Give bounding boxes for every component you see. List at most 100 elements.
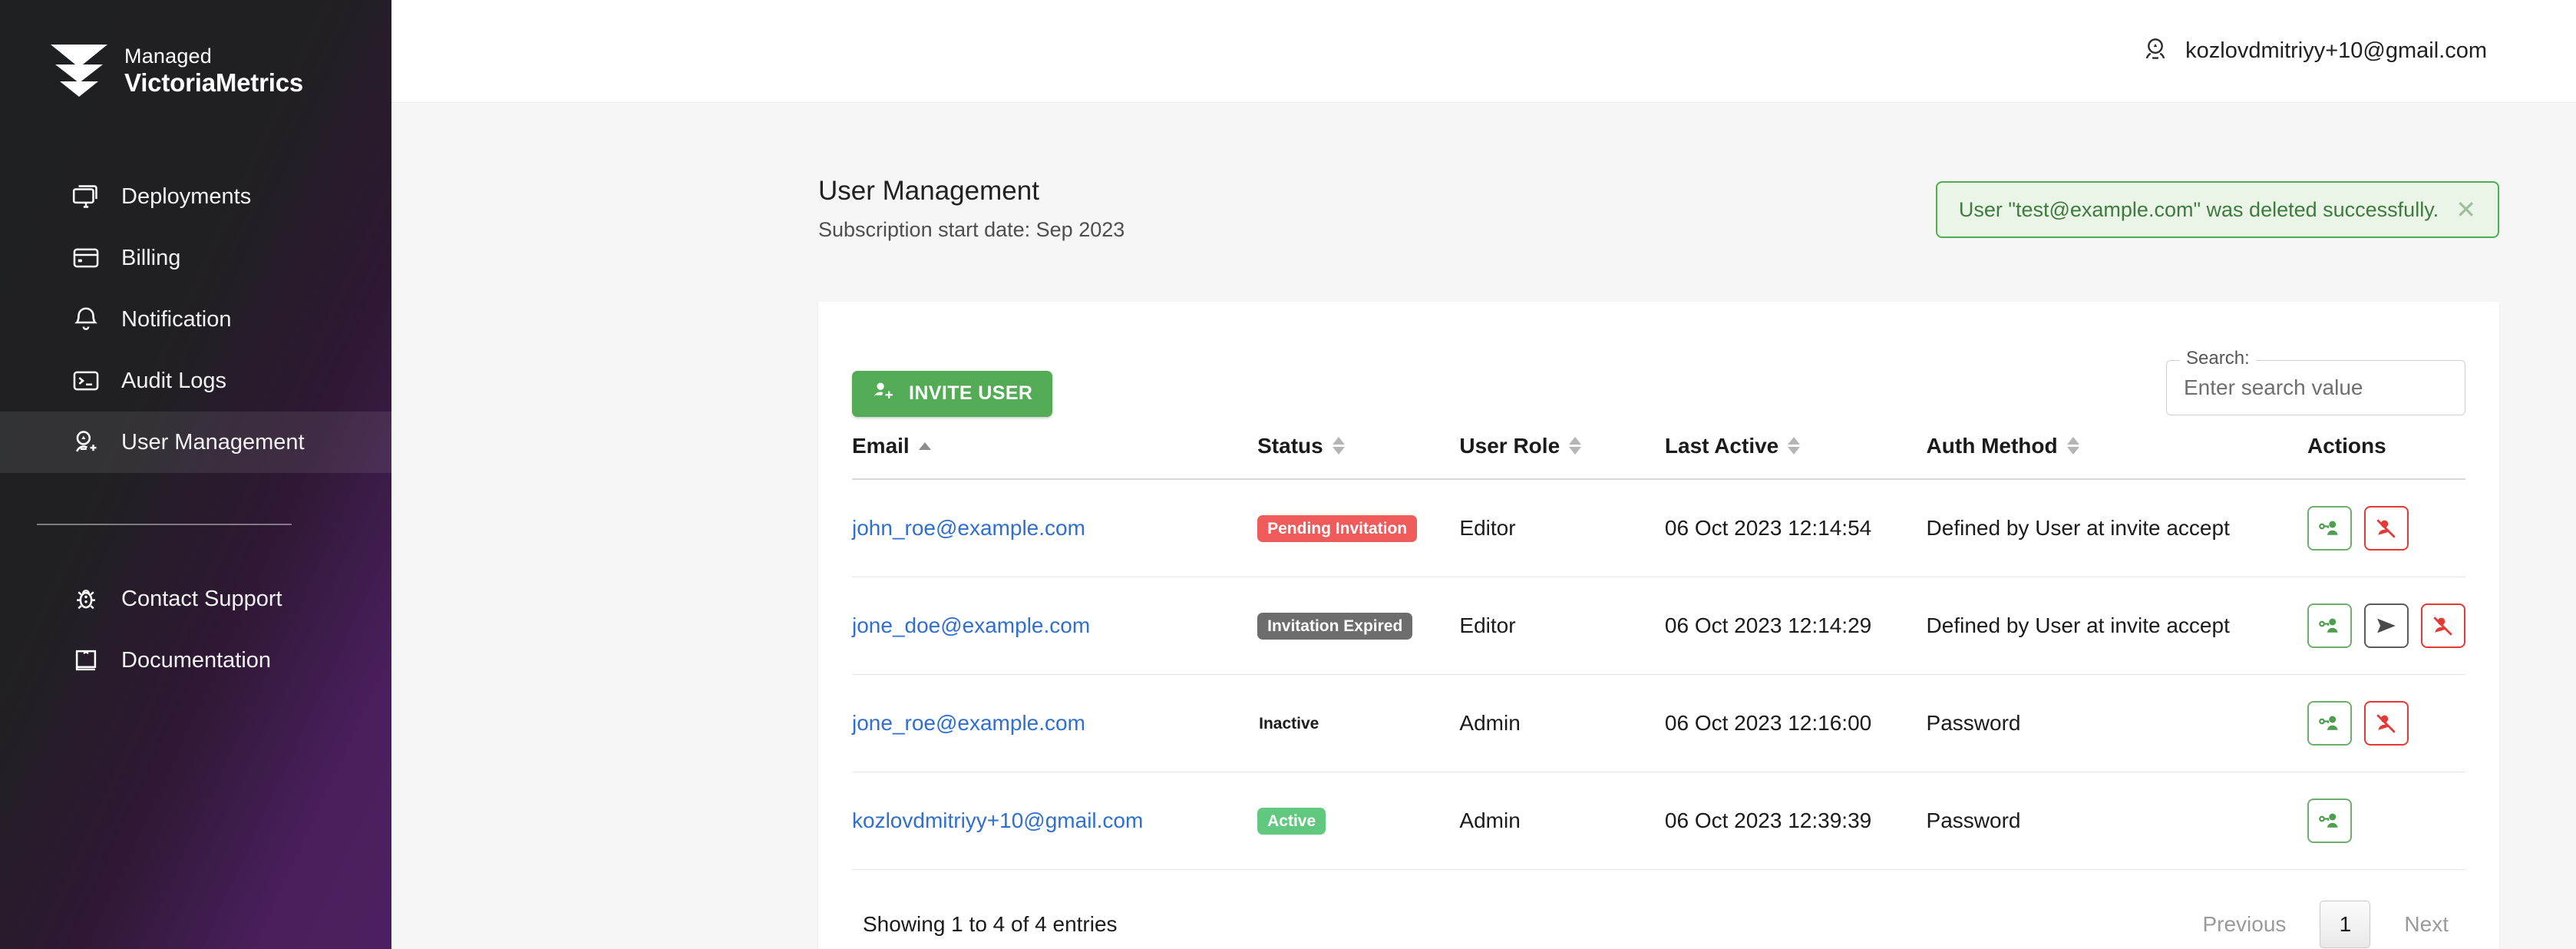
success-alert: User "test@example.com" was deleted succ… bbox=[1935, 181, 2499, 238]
column-label: Auth Method bbox=[1926, 433, 2058, 458]
cell-status: Invitation Expired bbox=[1257, 577, 1460, 675]
search-label: Search: bbox=[2180, 347, 2256, 369]
pagination-page-1-button[interactable]: 1 bbox=[2320, 900, 2371, 948]
sidebar-nav: Deployments Billing Notification Audit L… bbox=[0, 166, 391, 473]
cell-auth-method: Defined by User at invite accept bbox=[1926, 577, 2307, 675]
account-menu[interactable]: kozlovdmitriyy+10@gmail.com bbox=[2141, 35, 2487, 68]
sort-both-icon bbox=[1332, 437, 1345, 455]
cell-auth-method: Password bbox=[1926, 674, 2307, 772]
main-area: kozlovdmitriyy+10@gmail.com User Managem… bbox=[391, 0, 2576, 949]
table-head: Email Status User Role Last Active Auth … bbox=[852, 433, 2465, 480]
user-plus-icon bbox=[71, 427, 101, 458]
cell-email: john_roe@example.com bbox=[852, 478, 1258, 577]
sidebar-item-label: Billing bbox=[121, 245, 181, 270]
edit-user-role-button[interactable] bbox=[2307, 603, 2352, 648]
book-icon bbox=[71, 645, 101, 676]
brand-bottom-label: VictoriaMetrics bbox=[124, 68, 303, 97]
table-toolbar: INVITE USER Search: bbox=[852, 302, 2465, 417]
sidebar-item-user-management[interactable]: User Management bbox=[0, 412, 391, 473]
column-label: Status bbox=[1257, 433, 1323, 458]
edit-user-role-button[interactable] bbox=[2307, 505, 2352, 551]
sidebar-item-deployments[interactable]: Deployments bbox=[0, 166, 391, 227]
sidebar-item-label: Contact Support bbox=[121, 586, 282, 611]
entries-summary: Showing 1 to 4 of 4 entries bbox=[863, 911, 1118, 936]
cell-user-role: Admin bbox=[1459, 674, 1665, 772]
cell-last-active: 06 Oct 2023 12:14:54 bbox=[1664, 478, 1927, 577]
topbar: kozlovdmitriyy+10@gmail.com bbox=[391, 0, 2576, 103]
sidebar-item-audit-logs[interactable]: Audit Logs bbox=[0, 350, 391, 412]
sidebar-item-label: Audit Logs bbox=[121, 368, 227, 393]
cell-auth-method: Defined by User at invite accept bbox=[1926, 478, 2307, 577]
column-label: User Role bbox=[1459, 433, 1560, 458]
cell-auth-method: Password bbox=[1926, 772, 2307, 870]
brand-logo-block[interactable]: Managed VictoriaMetrics bbox=[0, 20, 391, 112]
pagination: Previous 1 Next bbox=[2185, 900, 2465, 948]
cell-last-active: 06 Oct 2023 12:39:39 bbox=[1664, 772, 1927, 870]
sidebar-item-documentation[interactable]: Documentation bbox=[0, 630, 391, 691]
sidebar-item-label: Notification bbox=[121, 306, 232, 332]
page-content: User Management Subscription start date:… bbox=[391, 103, 2576, 949]
invite-user-button[interactable]: INVITE USER bbox=[852, 370, 1053, 417]
table-body: john_roe@example.com Pending Invitation … bbox=[852, 478, 2465, 870]
resend-invite-button[interactable] bbox=[2364, 603, 2409, 648]
account-email-label: kozlovdmitriyy+10@gmail.com bbox=[2185, 38, 2487, 63]
cell-status: Active bbox=[1257, 772, 1460, 870]
column-label: Last Active bbox=[1664, 433, 1779, 458]
table-row: kozlovdmitriyy+10@gmail.com Active Admin… bbox=[852, 772, 2465, 870]
edit-user-role-button[interactable] bbox=[2307, 798, 2352, 843]
column-label: Email bbox=[852, 433, 910, 458]
user-avatar-icon bbox=[2141, 35, 2170, 68]
status-badge: Invitation Expired bbox=[1257, 612, 1413, 640]
terminal-icon bbox=[71, 365, 101, 396]
status-badge: Active bbox=[1257, 807, 1326, 835]
invite-user-label: INVITE USER bbox=[909, 382, 1033, 404]
users-table: Email Status User Role Last Active Auth … bbox=[852, 433, 2465, 870]
credit-card-icon bbox=[71, 243, 101, 273]
sort-both-icon bbox=[1569, 437, 1582, 455]
user-email-link[interactable]: jone_roe@example.com bbox=[852, 711, 1085, 735]
delete-user-button[interactable] bbox=[2421, 603, 2465, 648]
table-footer: Showing 1 to 4 of 4 entries Previous 1 N… bbox=[852, 870, 2465, 949]
column-header-email[interactable]: Email bbox=[852, 433, 1258, 480]
table-header-row: Email Status User Role Last Active Auth … bbox=[852, 433, 2465, 480]
sidebar-item-label: User Management bbox=[121, 429, 305, 455]
cell-email: jone_roe@example.com bbox=[852, 674, 1258, 772]
sidebar-nav-secondary: Contact Support Documentation bbox=[0, 568, 391, 691]
column-header-auth-method[interactable]: Auth Method bbox=[1926, 433, 2307, 480]
status-badge: Inactive bbox=[1259, 714, 1319, 732]
sidebar-item-billing[interactable]: Billing bbox=[0, 227, 391, 289]
cell-actions bbox=[2307, 478, 2465, 577]
app-root: Managed VictoriaMetrics Deployments Bill… bbox=[0, 0, 2576, 949]
edit-user-role-button[interactable] bbox=[2307, 700, 2352, 746]
close-icon[interactable]: ✕ bbox=[2455, 197, 2476, 222]
sidebar: Managed VictoriaMetrics Deployments Bill… bbox=[0, 0, 391, 949]
pagination-next-button[interactable]: Next bbox=[2387, 901, 2465, 947]
sort-asc-icon bbox=[918, 441, 931, 450]
cell-last-active: 06 Oct 2023 12:14:29 bbox=[1664, 577, 1927, 675]
sidebar-divider bbox=[37, 524, 292, 525]
delete-user-button[interactable] bbox=[2364, 505, 2409, 551]
search-field-group: Search: bbox=[2166, 347, 2465, 415]
cell-user-role: Editor bbox=[1459, 478, 1665, 577]
sidebar-item-contact-support[interactable]: Contact Support bbox=[0, 568, 391, 630]
pagination-previous-button[interactable]: Previous bbox=[2185, 901, 2303, 947]
monitor-icon bbox=[71, 181, 101, 212]
user-email-link[interactable]: jone_doe@example.com bbox=[852, 613, 1090, 637]
user-email-link[interactable]: john_roe@example.com bbox=[852, 516, 1085, 540]
page-title: User Management bbox=[818, 176, 1039, 206]
delete-user-button[interactable] bbox=[2364, 700, 2409, 746]
cell-status: Pending Invitation bbox=[1257, 478, 1460, 577]
cell-actions bbox=[2307, 674, 2465, 772]
column-header-status[interactable]: Status bbox=[1257, 433, 1460, 480]
table-row: john_roe@example.com Pending Invitation … bbox=[852, 478, 2465, 577]
user-email-link[interactable]: kozlovdmitriyy+10@gmail.com bbox=[852, 808, 1143, 832]
column-header-last-active[interactable]: Last Active bbox=[1664, 433, 1927, 480]
cell-user-role: Editor bbox=[1459, 577, 1665, 675]
sidebar-item-notification[interactable]: Notification bbox=[0, 289, 391, 350]
subscription-start-date: Subscription start date: Sep 2023 bbox=[818, 217, 1125, 241]
table-row: jone_roe@example.com Inactive Admin 06 O… bbox=[852, 674, 2465, 772]
cell-user-role: Admin bbox=[1459, 772, 1665, 870]
stacked-chevrons-logo-icon bbox=[46, 41, 112, 100]
column-header-user-role[interactable]: User Role bbox=[1459, 433, 1665, 480]
brand-top-label: Managed bbox=[124, 45, 212, 68]
